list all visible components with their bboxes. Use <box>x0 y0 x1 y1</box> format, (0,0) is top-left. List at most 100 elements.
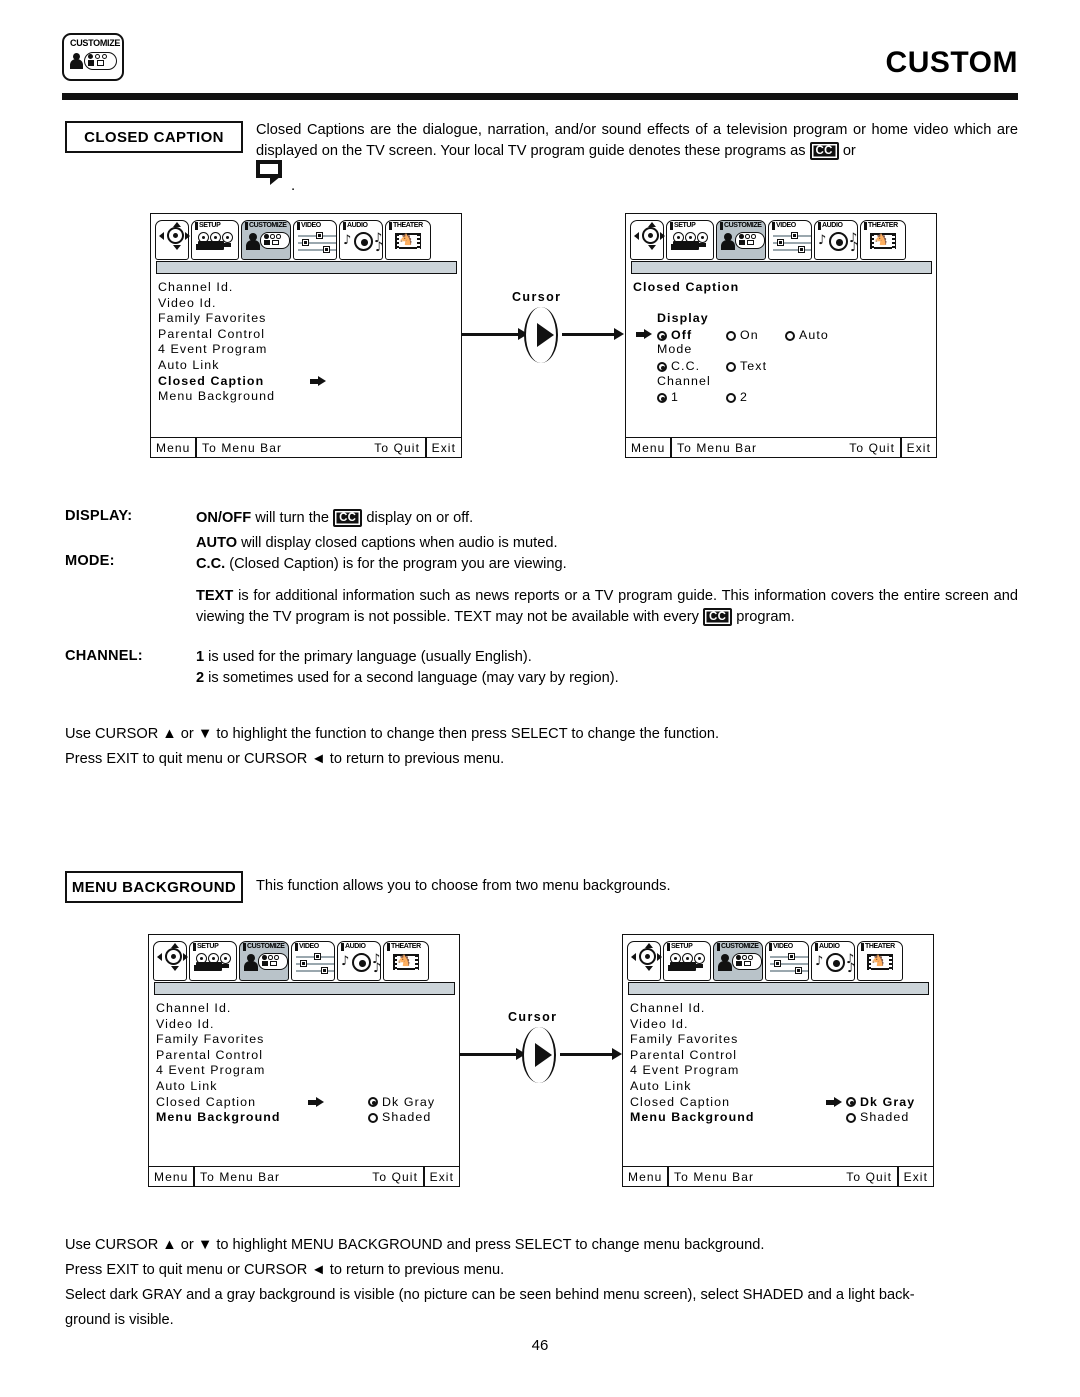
footer-exit[interactable]: Exit <box>427 438 461 457</box>
footer-menu[interactable]: Menu <box>626 438 670 457</box>
footer-to-menu-bar[interactable]: To Menu Bar <box>677 441 757 455</box>
option-dk-gray[interactable]: Dk Gray <box>368 1095 435 1111</box>
footer-menu[interactable]: Menu <box>149 1167 193 1186</box>
menu-tab-video[interactable]: VIDEO <box>293 220 337 260</box>
list-item[interactable]: Auto Link <box>630 1079 933 1095</box>
list-item-menu-background[interactable]: Menu Background Shaded <box>156 1110 459 1126</box>
menu-tab-theater[interactable]: THEATER 🐴 <box>857 941 903 981</box>
footer-to-quit[interactable]: To Quit <box>846 1170 892 1184</box>
option-channel-1[interactable]: 1 <box>657 390 679 406</box>
option-dk-gray[interactable]: Dk Gray <box>846 1095 915 1111</box>
list-item-closed-caption[interactable]: Closed Caption <box>158 374 461 390</box>
menu-tab-audio[interactable]: AUDIO ♪ ♪ ♪ <box>811 941 855 981</box>
list-item[interactable]: Video Id. <box>630 1017 933 1033</box>
option-mode-text[interactable]: Text <box>726 359 767 375</box>
list-item[interactable]: Parental Control <box>630 1048 933 1064</box>
list-item[interactable]: Video Id. <box>158 296 461 312</box>
footer-to-quit[interactable]: To Quit <box>372 1170 418 1184</box>
footer-exit[interactable]: Exit <box>902 438 936 457</box>
display-term: DISPLAY: <box>65 508 133 524</box>
selection-arrow-icon <box>826 1096 842 1108</box>
radio-off-icon <box>726 330 736 341</box>
tab-bar-icon <box>769 943 772 951</box>
menu-tab-theater[interactable]: THEATER 🐴 <box>385 220 431 260</box>
footer-exit[interactable]: Exit <box>425 1167 459 1186</box>
footer-exit[interactable]: Exit <box>899 1167 933 1186</box>
option-display-auto[interactable]: Auto <box>785 328 829 344</box>
footer-to-menu-bar[interactable]: To Menu Bar <box>674 1170 754 1184</box>
tab-video-label: VIDEO <box>773 943 793 950</box>
tab-setup-label-row: SETUP <box>193 943 219 951</box>
menu-tab-audio[interactable]: AUDIO ♪ ♪ ♪ <box>814 220 858 260</box>
menu-tab-cursor[interactable] <box>153 941 188 981</box>
footer-menu[interactable]: Menu <box>151 438 195 457</box>
menu-tab-customize[interactable]: CUSTOMIZE <box>239 941 289 981</box>
option-mode-cc[interactable]: C.C. <box>657 359 700 375</box>
list-item[interactable]: Channel Id. <box>158 280 461 296</box>
menu-tab-customize[interactable]: CUSTOMIZE <box>241 220 291 260</box>
menu-tab-theater[interactable]: THEATER 🐴 <box>383 941 429 981</box>
list-item[interactable]: Menu Background <box>158 389 461 405</box>
list-item[interactable]: 4 Event Program <box>156 1063 459 1079</box>
option-display-off[interactable]: Off <box>657 328 692 344</box>
tab-setup-label: SETUP <box>199 222 221 229</box>
panel-title-label: Closed Caption <box>633 280 740 294</box>
option-shaded[interactable]: Shaded <box>368 1110 431 1126</box>
footer-to-quit[interactable]: To Quit <box>849 441 895 455</box>
tab-audio-label-row: AUDIO <box>818 222 843 230</box>
footer-middle: To Menu Bar To Quit <box>197 438 425 457</box>
menu-tab-video[interactable]: VIDEO <box>768 220 812 260</box>
footer-to-menu-bar[interactable]: To Menu Bar <box>200 1170 280 1184</box>
menu-tab-setup[interactable]: SETUP <box>666 220 714 260</box>
cursor-pad-icon <box>630 943 662 980</box>
list-item[interactable]: Family Favorites <box>156 1032 459 1048</box>
menu-tab-cursor[interactable] <box>627 941 662 981</box>
list-item[interactable]: Channel Id. <box>156 1001 459 1017</box>
tab-bar-icon <box>861 943 864 951</box>
list-item-closed-caption[interactable]: Closed Caption Dk Gray <box>630 1095 933 1111</box>
menu-tab-cursor[interactable] <box>155 220 190 260</box>
list-item[interactable]: Auto Link <box>158 358 461 374</box>
list-item[interactable]: Parental Control <box>158 327 461 343</box>
menu-tab-setup[interactable]: SETUP <box>663 941 711 981</box>
menu-tab-cursor[interactable] <box>630 220 665 260</box>
title-rule <box>62 93 1018 100</box>
list-item-label: Auto Link <box>630 1078 692 1093</box>
list-item[interactable]: 4 Event Program <box>630 1063 933 1079</box>
tab-customize-label-row: CUSTOMIZE <box>717 943 759 951</box>
list-item[interactable]: Family Favorites <box>630 1032 933 1048</box>
display-text-end: display on or off. <box>362 510 474 526</box>
radio-filled-icon <box>88 54 93 59</box>
list-item[interactable]: Video Id. <box>156 1017 459 1033</box>
menu-tab-customize[interactable]: CUSTOMIZE <box>713 941 763 981</box>
menu-tab-audio[interactable]: AUDIO ♪ ♪ ♪ <box>339 220 383 260</box>
option-label: 1 <box>671 390 679 405</box>
list-item[interactable]: Parental Control <box>156 1048 459 1064</box>
menu-tab-theater[interactable]: THEATER 🐴 <box>860 220 906 260</box>
menu-tab-setup[interactable]: SETUP <box>191 220 239 260</box>
menu-tab-setup[interactable]: SETUP <box>189 941 237 981</box>
tab-bar-icon <box>667 943 670 951</box>
cursor-label: Cursor <box>508 1010 558 1024</box>
menu-tab-video[interactable]: VIDEO <box>765 941 809 981</box>
option-display-on[interactable]: On <box>726 328 759 344</box>
option-shaded[interactable]: Shaded <box>846 1110 909 1126</box>
list-item-menu-background[interactable]: Menu Background Shaded <box>630 1110 933 1126</box>
list-item[interactable]: Family Favorites <box>158 311 461 327</box>
list-item[interactable]: 4 Event Program <box>158 342 461 358</box>
list-item[interactable]: Channel Id. <box>630 1001 933 1017</box>
list-item-closed-caption[interactable]: Closed Caption Dk Gray <box>156 1095 459 1111</box>
tab-audio-label: AUDIO <box>345 943 366 950</box>
menu-tab-audio[interactable]: AUDIO ♪ ♪ ♪ <box>337 941 381 981</box>
footer-menu[interactable]: Menu <box>623 1167 667 1186</box>
footer-to-quit[interactable]: To Quit <box>374 441 420 455</box>
channel-line-2: 2 is sometimes used for a second languag… <box>196 668 896 689</box>
footer-to-menu-bar[interactable]: To Menu Bar <box>202 441 282 455</box>
option-label: Text <box>740 358 768 373</box>
menu-tab-video[interactable]: VIDEO <box>291 941 335 981</box>
menu-tab-customize[interactable]: CUSTOMIZE <box>716 220 766 260</box>
list-item[interactable]: Auto Link <box>156 1079 459 1095</box>
panel-row-radios <box>88 54 114 59</box>
list-item-label: Video Id. <box>630 1016 689 1031</box>
option-channel-2[interactable]: 2 <box>726 390 748 406</box>
